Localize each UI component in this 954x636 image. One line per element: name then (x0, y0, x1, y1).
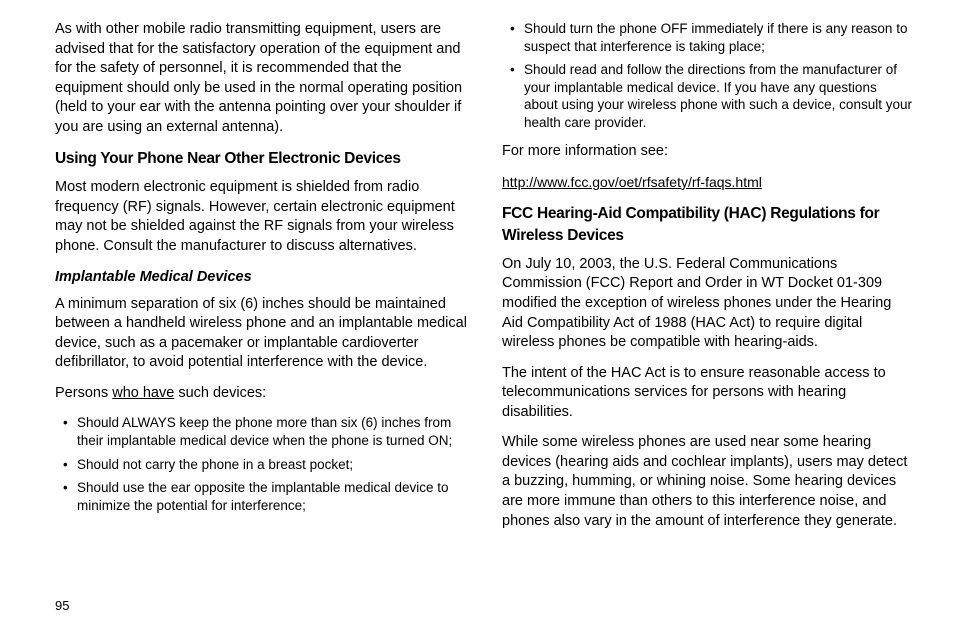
page-number: 95 (55, 598, 914, 613)
para4-underline: who have (112, 385, 174, 401)
para4-pre: Persons (55, 385, 112, 401)
right-para-2: On July 10, 2003, the U.S. Federal Commu… (502, 255, 914, 353)
right-para-4: While some wireless phones are used near… (502, 433, 914, 531)
fcc-link[interactable]: http://www.fcc.gov/oet/rfsafety/rf-faqs.… (502, 173, 914, 193)
list-item: Should use the ear opposite the implanta… (55, 479, 467, 514)
left-para-2: Most modern electronic equipment is shie… (55, 178, 467, 256)
left-bullet-list: Should ALWAYS keep the phone more than s… (55, 414, 467, 514)
list-item: Should not carry the phone in a breast p… (55, 456, 467, 474)
page-container: As with other mobile radio transmitting … (55, 20, 914, 590)
list-item: Should ALWAYS keep the phone more than s… (55, 414, 467, 449)
heading-fcc-hac: FCC Hearing-Aid Compatibility (HAC) Regu… (502, 203, 914, 246)
left-para-3: A minimum separation of six (6) inches s… (55, 295, 467, 373)
left-para-4: Persons who have such devices: (55, 384, 467, 404)
left-para-1: As with other mobile radio transmitting … (55, 20, 467, 137)
left-column: As with other mobile radio transmitting … (55, 20, 467, 590)
list-item: Should read and follow the directions fr… (502, 61, 914, 131)
right-bullet-list: Should turn the phone OFF immediately if… (502, 20, 914, 131)
right-para-1: For more information see: (502, 142, 914, 162)
heading-implantable: Implantable Medical Devices (55, 267, 467, 287)
list-item: Should turn the phone OFF immediately if… (502, 20, 914, 55)
right-column: Should turn the phone OFF immediately if… (502, 20, 914, 590)
para4-post: such devices: (174, 385, 266, 401)
right-para-3: The intent of the HAC Act is to ensure r… (502, 364, 914, 423)
heading-using-phone: Using Your Phone Near Other Electronic D… (55, 148, 467, 170)
